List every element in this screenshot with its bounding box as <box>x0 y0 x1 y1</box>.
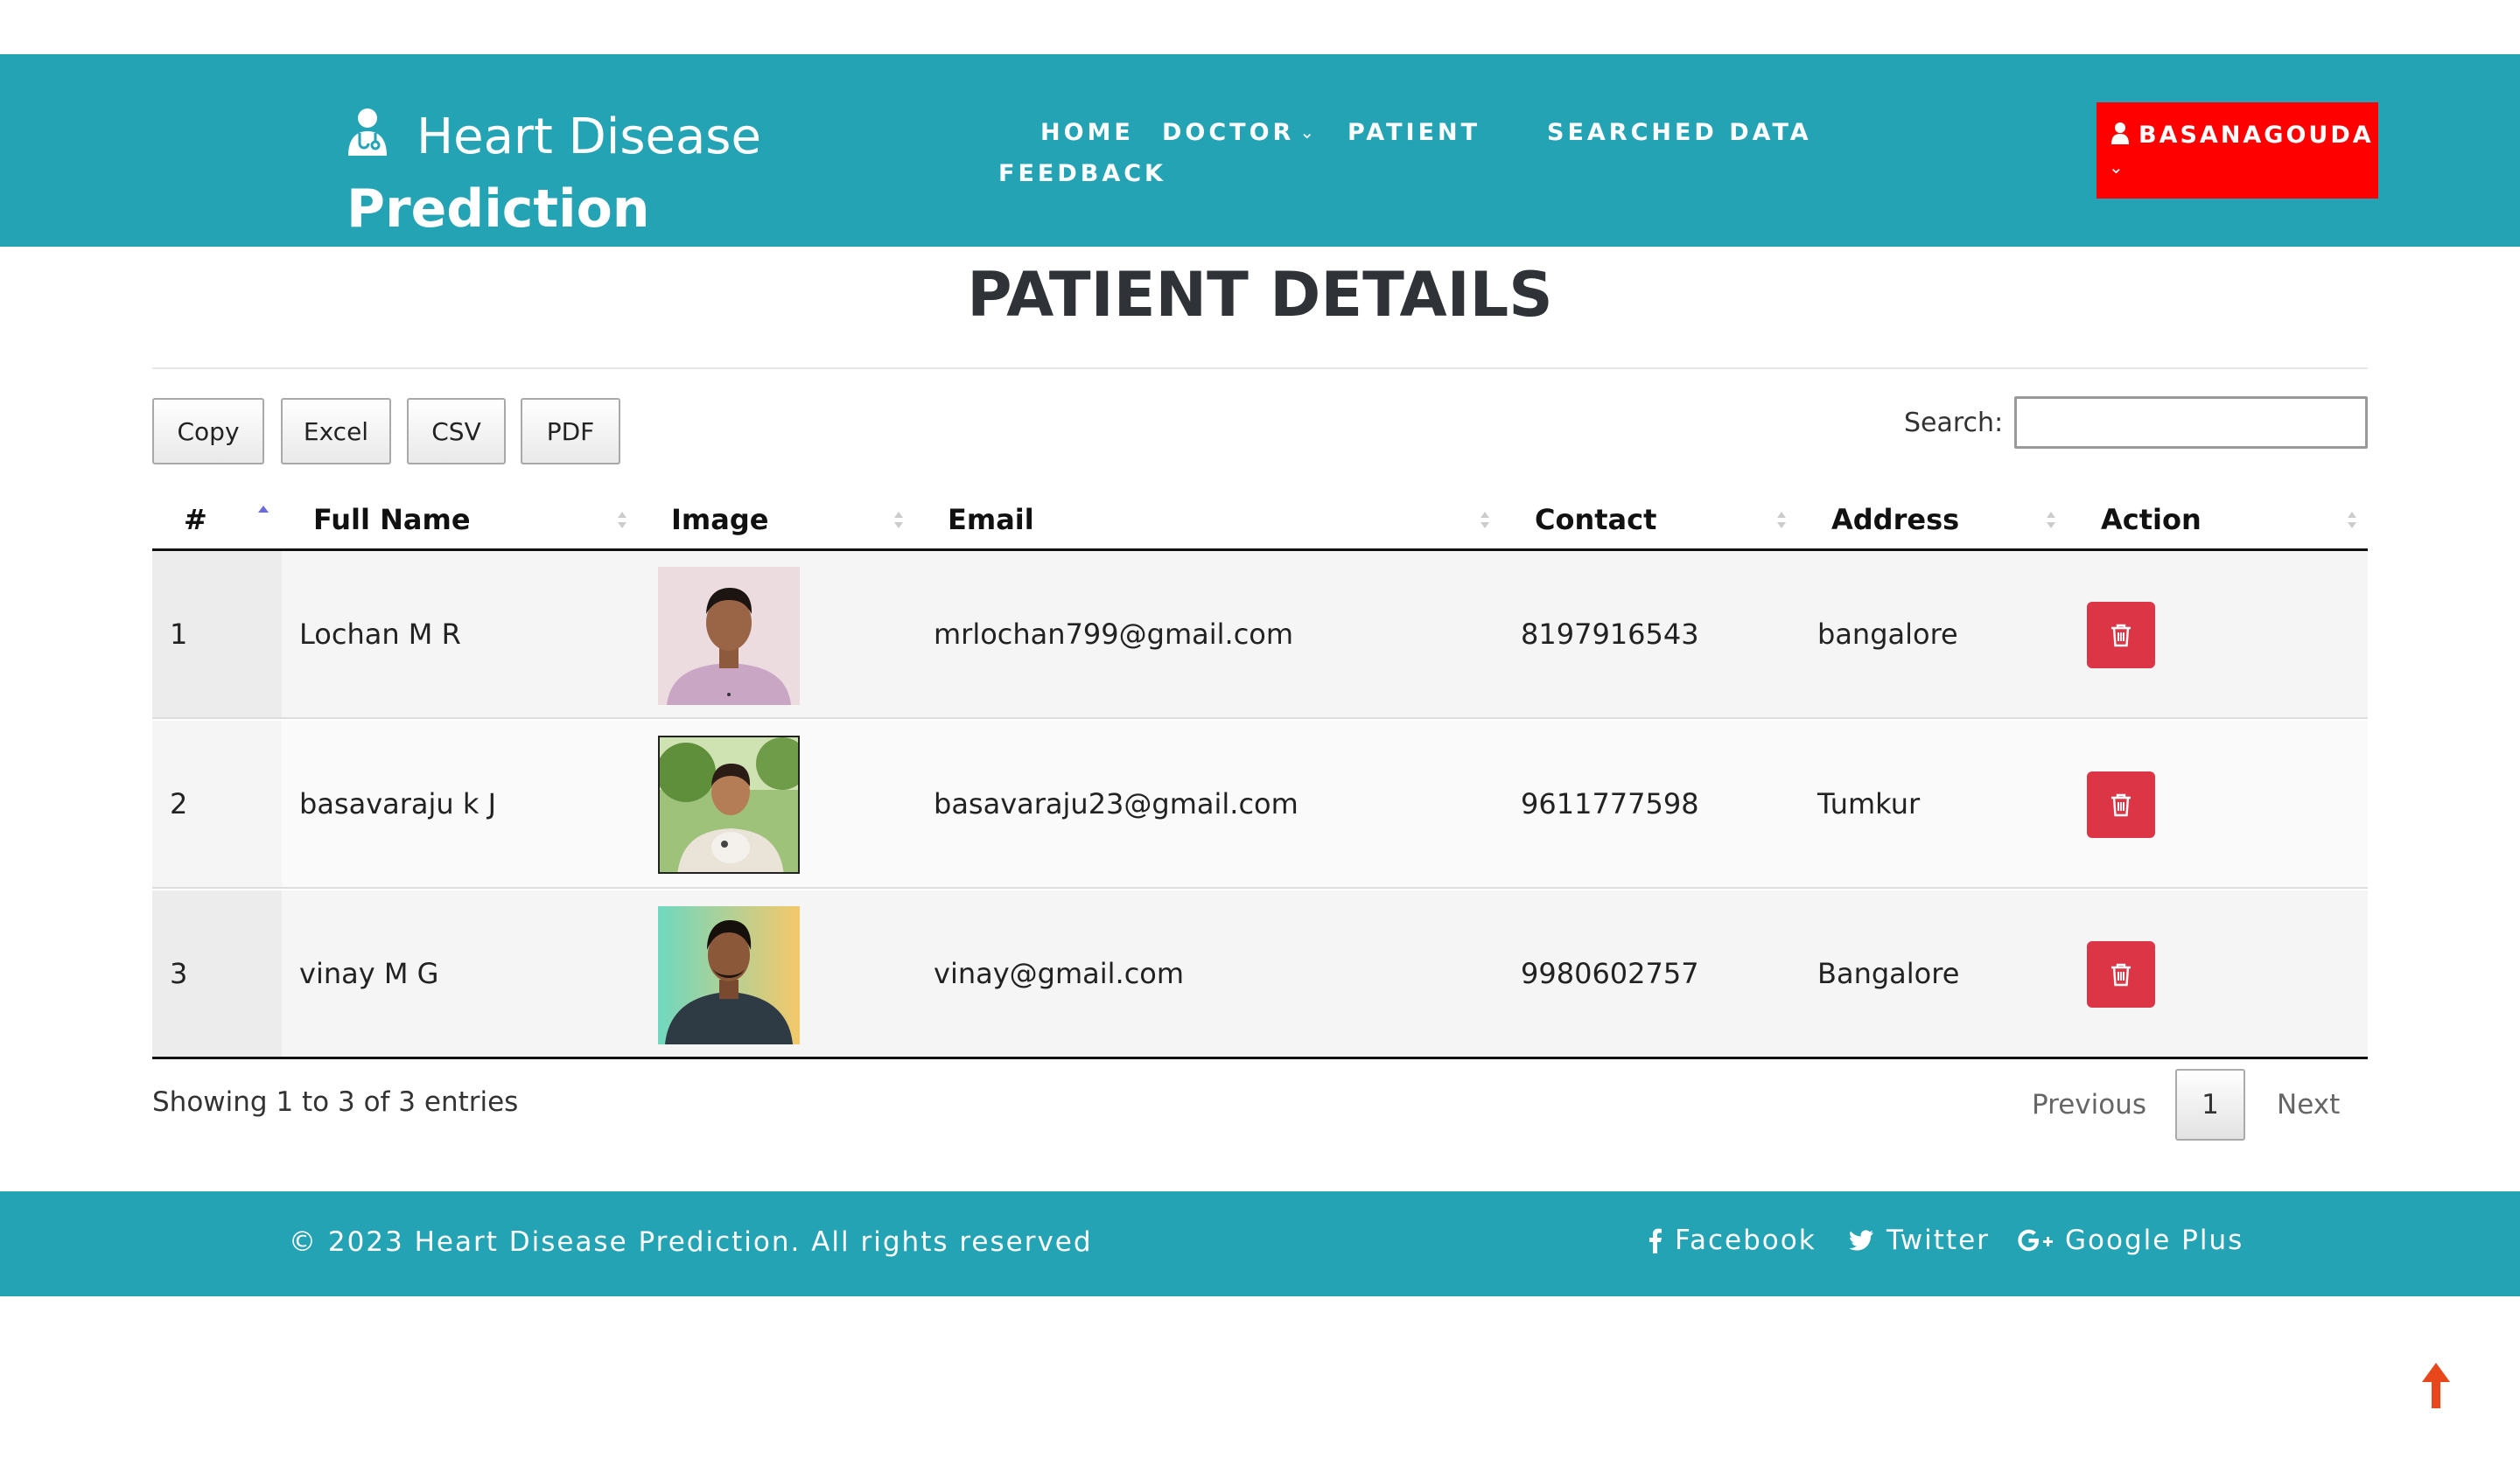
brand-title-line1: Heart Disease <box>416 108 761 165</box>
column-header-address[interactable]: Address <box>1831 490 1959 549</box>
table-header: # Full Name Image Email Contact Address … <box>152 490 2368 551</box>
user-menu-button[interactable]: BASANAGOUDA ⌄ <box>2096 102 2378 199</box>
user-name: BASANAGOUDA <box>2138 122 2374 149</box>
column-label: Contact <box>1535 503 1657 536</box>
column-label: Email <box>948 503 1034 536</box>
patient-email: basavaraju23@gmail.com <box>934 787 1298 820</box>
delete-button[interactable] <box>2087 941 2155 1008</box>
patient-contact: 9980602757 <box>1521 957 1699 990</box>
column-header-num[interactable]: # <box>184 490 207 549</box>
page-title: PATIENT DETAILS <box>967 259 1553 331</box>
footer: © 2023 Heart Disease Prediction. All rig… <box>0 1191 2520 1296</box>
page-1-button[interactable]: 1 <box>2175 1069 2245 1141</box>
column-label: Full Name <box>313 503 471 536</box>
patient-address: Bangalore <box>1817 957 1960 990</box>
patient-email: vinay@gmail.com <box>934 957 1185 990</box>
table-row: 2 basavaraju k J basavaraju23@gmail.com … <box>152 721 2368 889</box>
excel-button[interactable]: Excel <box>281 398 391 464</box>
next-page-button[interactable]: Next <box>2277 1069 2340 1141</box>
sort-icon <box>2344 490 2360 549</box>
table-row: 1 Lochan M R mrlochan799@gmail.com 81979… <box>152 551 2368 719</box>
column-header-action[interactable]: Action <box>2101 490 2202 549</box>
nav-home[interactable]: HOME <box>1040 119 1134 146</box>
search-input[interactable] <box>2014 396 2368 449</box>
previous-page-button[interactable]: Previous <box>2032 1069 2146 1141</box>
brand-title-line2: Prediction <box>346 178 650 240</box>
patient-email: mrlochan799@gmail.com <box>934 618 1294 651</box>
nav-feedback-label: FEEDBACK <box>998 160 1166 187</box>
user-icon <box>2111 122 2129 144</box>
delete-button[interactable] <box>2087 602 2155 668</box>
trash-icon <box>2111 793 2131 817</box>
nav-doctor[interactable]: DOCTOR ⌄ <box>1162 119 1314 146</box>
nav-home-label: HOME <box>1040 119 1134 146</box>
nav-searched-data[interactable]: SEARCHED DATA <box>1547 119 1812 146</box>
nav-feedback[interactable]: FEEDBACK <box>998 160 1166 187</box>
patient-contact: 8197916543 <box>1521 618 1699 651</box>
row-number: 2 <box>170 787 188 820</box>
sort-icon <box>614 490 630 549</box>
facebook-label: Facebook <box>1675 1225 1816 1256</box>
sort-icon <box>1477 490 1493 549</box>
trash-icon <box>2111 624 2131 647</box>
row-number: 1 <box>170 618 188 651</box>
chevron-down-icon: ⌄ <box>1299 122 1315 143</box>
nav-searched-data-label: SEARCHED DATA <box>1547 119 1812 146</box>
chevron-down-icon: ⌄ <box>2109 157 2124 178</box>
twitter-link[interactable]: Twitter <box>1850 1225 1990 1256</box>
column-label: # <box>184 503 207 536</box>
column-header-full-name[interactable]: Full Name <box>313 490 471 549</box>
patient-photo <box>658 906 800 1044</box>
patient-name: Lochan M R <box>299 618 461 651</box>
twitter-icon <box>1850 1230 1873 1251</box>
google-plus-icon <box>2018 1229 2053 1252</box>
column-header-email[interactable]: Email <box>948 490 1034 549</box>
back-to-top-button[interactable] <box>2420 1361 2452 1410</box>
table-bottom-border <box>152 1057 2368 1059</box>
sort-icon <box>891 490 906 549</box>
google-plus-link[interactable]: Google Plus <box>2018 1225 2244 1256</box>
facebook-icon <box>1649 1228 1662 1253</box>
trash-icon <box>2111 963 2131 987</box>
arrow-up-icon <box>2422 1363 2450 1408</box>
nav-patient[interactable]: PATIENT <box>1348 119 1480 146</box>
patient-name: vinay M G <box>299 957 439 990</box>
patient-photo <box>658 736 800 874</box>
sort-asc-icon <box>256 490 271 549</box>
patient-photo <box>658 567 800 705</box>
patient-address: Tumkur <box>1817 787 1921 820</box>
pdf-button[interactable]: PDF <box>521 398 620 464</box>
column-header-contact[interactable]: Contact <box>1535 490 1656 549</box>
column-header-image[interactable]: Image <box>671 490 768 549</box>
table-info: Showing 1 to 3 of 3 entries <box>152 1086 519 1118</box>
column-label: Image <box>671 503 769 536</box>
patient-name: basavaraju k J <box>299 787 496 820</box>
delete-button[interactable] <box>2087 771 2155 838</box>
twitter-label: Twitter <box>1886 1225 1990 1256</box>
sort-icon <box>2043 490 2059 549</box>
table-row: 3 vinay M G vinay@gmail.com 9980602757 B… <box>152 890 2368 1057</box>
copyright-text: © 2023 Heart Disease Prediction. All rig… <box>289 1226 1093 1258</box>
column-label: Address <box>1831 503 1960 536</box>
divider <box>152 367 2368 369</box>
column-label: Action <box>2101 503 2202 536</box>
copy-button[interactable]: Copy <box>152 398 264 464</box>
csv-button[interactable]: CSV <box>407 398 506 464</box>
patient-address: bangalore <box>1817 618 1958 651</box>
row-number: 3 <box>170 957 188 990</box>
patient-contact: 9611777598 <box>1521 787 1699 820</box>
nav-doctor-label: DOCTOR <box>1162 119 1295 146</box>
doctor-icon <box>348 108 387 156</box>
search-label: Search: <box>1904 408 2004 438</box>
google-plus-label: Google Plus <box>2065 1225 2244 1256</box>
sort-icon <box>1774 490 1789 549</box>
facebook-link[interactable]: Facebook <box>1648 1225 1816 1256</box>
nav-patient-label: PATIENT <box>1348 119 1481 146</box>
top-navbar: Heart Disease Prediction HOME DOCTOR ⌄ PA… <box>0 54 2520 247</box>
